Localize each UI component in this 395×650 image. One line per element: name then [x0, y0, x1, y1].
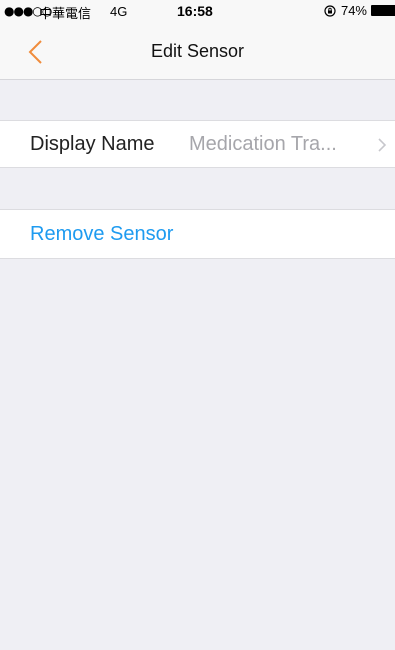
- status-bar: ●●●○○ 中華電信 4G 16:58 74%: [0, 0, 395, 24]
- battery-icon: [371, 5, 395, 16]
- remove-sensor-button[interactable]: Remove Sensor: [0, 209, 395, 259]
- chevron-right-icon: [378, 138, 387, 152]
- status-time: 16:58: [177, 3, 213, 19]
- navigation-bar: Edit Sensor: [0, 24, 395, 80]
- display-name-value: Medication Tra...: [189, 133, 337, 155]
- network-type: 4G: [110, 4, 128, 19]
- display-name-label: Display Name: [30, 133, 155, 155]
- page-title: Edit Sensor: [150, 41, 245, 61]
- display-name-row[interactable]: Display Name Medication Tra...: [0, 120, 395, 168]
- battery-percent: 74%: [340, 3, 367, 18]
- orientation-lock-icon: [324, 4, 336, 17]
- screen: ●●●○○ 中華電信 4G 16:58 74% Edit Sensor Disp…: [0, 0, 395, 650]
- carrier-name: 中華電信: [39, 7, 92, 22]
- remove-sensor-label: Remove Sensor: [30, 223, 174, 245]
- status-right-group: 74%: [324, 3, 395, 18]
